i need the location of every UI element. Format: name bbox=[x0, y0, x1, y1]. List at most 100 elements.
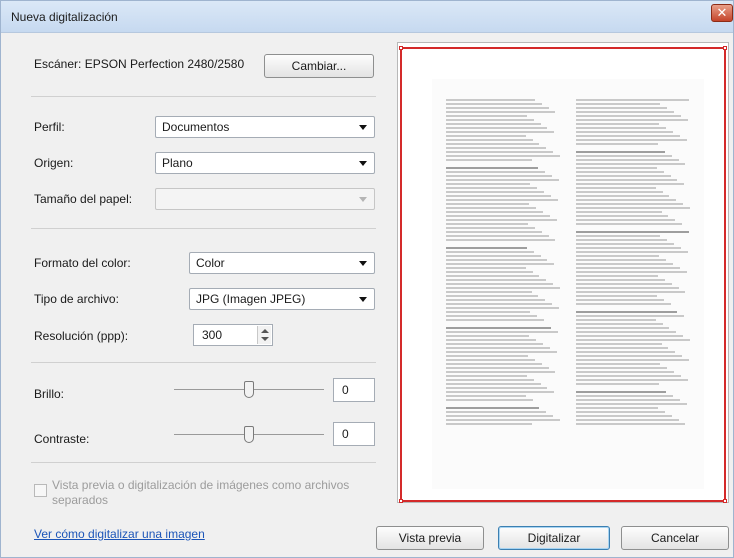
document-text-line bbox=[576, 191, 663, 193]
preview-button[interactable]: Vista previa bbox=[376, 526, 484, 550]
document-text-line bbox=[446, 363, 542, 365]
document-text-line bbox=[446, 251, 534, 253]
change-scanner-button[interactable]: Cambiar... bbox=[264, 54, 374, 78]
document-text-line bbox=[446, 319, 545, 321]
document-text-line bbox=[446, 383, 541, 385]
selection-frame[interactable] bbox=[399, 46, 727, 503]
document-text-line bbox=[576, 271, 687, 273]
document-text-line bbox=[446, 219, 557, 221]
color-format-label: Formato del color: bbox=[34, 256, 131, 270]
brightness-slider[interactable] bbox=[174, 380, 324, 400]
document-text-line bbox=[576, 303, 671, 305]
color-format-select[interactable]: Color bbox=[189, 252, 375, 274]
document-text-line bbox=[446, 343, 543, 345]
document-text-line bbox=[446, 183, 531, 185]
document-text-line bbox=[576, 175, 671, 177]
document-text-line bbox=[576, 115, 681, 117]
document-text-line bbox=[576, 359, 689, 361]
document-text-line bbox=[446, 207, 537, 209]
document-text-line bbox=[576, 199, 677, 201]
chevron-down-icon[interactable] bbox=[261, 337, 269, 341]
document-text-line bbox=[576, 351, 676, 353]
preview-area[interactable] bbox=[397, 42, 729, 503]
brightness-value-box[interactable]: 0 bbox=[333, 378, 375, 402]
document-text-line bbox=[446, 291, 532, 293]
document-text-line bbox=[576, 283, 672, 285]
document-text-line bbox=[446, 331, 558, 333]
resolution-label: Resolución (ppp): bbox=[34, 329, 129, 343]
cancel-button[interactable]: Cancelar bbox=[621, 526, 729, 550]
document-text-line bbox=[446, 103, 542, 105]
divider bbox=[31, 96, 376, 97]
chevron-up-icon[interactable] bbox=[261, 329, 269, 333]
document-text-line bbox=[446, 179, 559, 181]
document-text-line bbox=[576, 111, 675, 113]
document-text-line bbox=[446, 371, 556, 373]
resize-handle[interactable] bbox=[399, 499, 403, 503]
document-text-line bbox=[576, 411, 665, 413]
resize-handle[interactable] bbox=[723, 46, 727, 50]
scan-button[interactable]: Digitalizar bbox=[498, 526, 610, 550]
document-text-line bbox=[446, 255, 541, 257]
document-text-line bbox=[446, 139, 533, 141]
document-text-line bbox=[576, 119, 688, 121]
document-text-line bbox=[446, 355, 529, 357]
document-text-line bbox=[446, 375, 527, 377]
document-text-column bbox=[446, 99, 560, 439]
document-text-line bbox=[446, 123, 541, 125]
slider-thumb[interactable] bbox=[244, 426, 254, 443]
divider bbox=[31, 362, 376, 363]
document-text-line bbox=[576, 195, 670, 197]
separate-files-label: Vista previa o digitalización de imágene… bbox=[52, 478, 350, 492]
document-text-line bbox=[446, 407, 540, 409]
profile-select[interactable]: Documentos bbox=[155, 116, 375, 138]
document-text-column bbox=[576, 99, 690, 439]
contrast-slider[interactable] bbox=[174, 425, 324, 445]
document-text-line bbox=[576, 263, 673, 265]
document-text-line bbox=[576, 167, 657, 169]
document-text-line bbox=[576, 247, 681, 249]
color-format-value: Color bbox=[196, 256, 225, 270]
document-text-line bbox=[576, 127, 667, 129]
spinner-arrows[interactable] bbox=[257, 326, 271, 344]
document-text-line bbox=[446, 303, 553, 305]
document-text-line bbox=[446, 247, 527, 249]
document-text-line bbox=[576, 327, 670, 329]
document-text-line bbox=[576, 339, 690, 341]
scanned-document-preview bbox=[432, 79, 704, 489]
document-text-line bbox=[576, 135, 680, 137]
paper-size-select bbox=[155, 188, 375, 210]
document-text-line bbox=[446, 175, 553, 177]
separate-files-checkbox[interactable] bbox=[34, 484, 47, 497]
document-text-line bbox=[576, 155, 672, 157]
document-text-line bbox=[576, 315, 685, 317]
source-select[interactable]: Plano bbox=[155, 152, 375, 174]
document-text-line bbox=[446, 263, 555, 265]
help-link[interactable]: Ver cómo digitalizar una imagen bbox=[34, 527, 205, 541]
close-icon[interactable]: ✕ bbox=[711, 4, 733, 22]
file-type-label: Tipo de archivo: bbox=[34, 292, 119, 306]
resize-handle[interactable] bbox=[399, 46, 403, 50]
resolution-spinner[interactable]: 300 bbox=[193, 324, 273, 346]
document-text-line bbox=[576, 235, 661, 237]
document-text-line bbox=[446, 391, 555, 393]
document-text-line bbox=[446, 359, 535, 361]
document-text-line bbox=[446, 423, 532, 425]
document-text-line bbox=[446, 259, 548, 261]
document-text-line bbox=[576, 163, 686, 165]
resolution-value: 300 bbox=[202, 328, 223, 342]
contrast-value-box[interactable]: 0 bbox=[333, 422, 375, 446]
document-text-line bbox=[446, 235, 549, 237]
chevron-down-icon bbox=[359, 125, 367, 130]
document-text-line bbox=[446, 395, 526, 397]
resize-handle[interactable] bbox=[723, 499, 727, 503]
document-text-line bbox=[446, 311, 531, 313]
document-text-line bbox=[576, 391, 667, 393]
document-text-line bbox=[446, 167, 539, 169]
document-text-line bbox=[446, 327, 551, 329]
document-text-line bbox=[576, 291, 686, 293]
file-type-select[interactable]: JPG (Imagen JPEG) bbox=[189, 288, 375, 310]
document-text-line bbox=[446, 203, 530, 205]
slider-thumb[interactable] bbox=[244, 381, 254, 398]
document-text-line bbox=[446, 279, 547, 281]
